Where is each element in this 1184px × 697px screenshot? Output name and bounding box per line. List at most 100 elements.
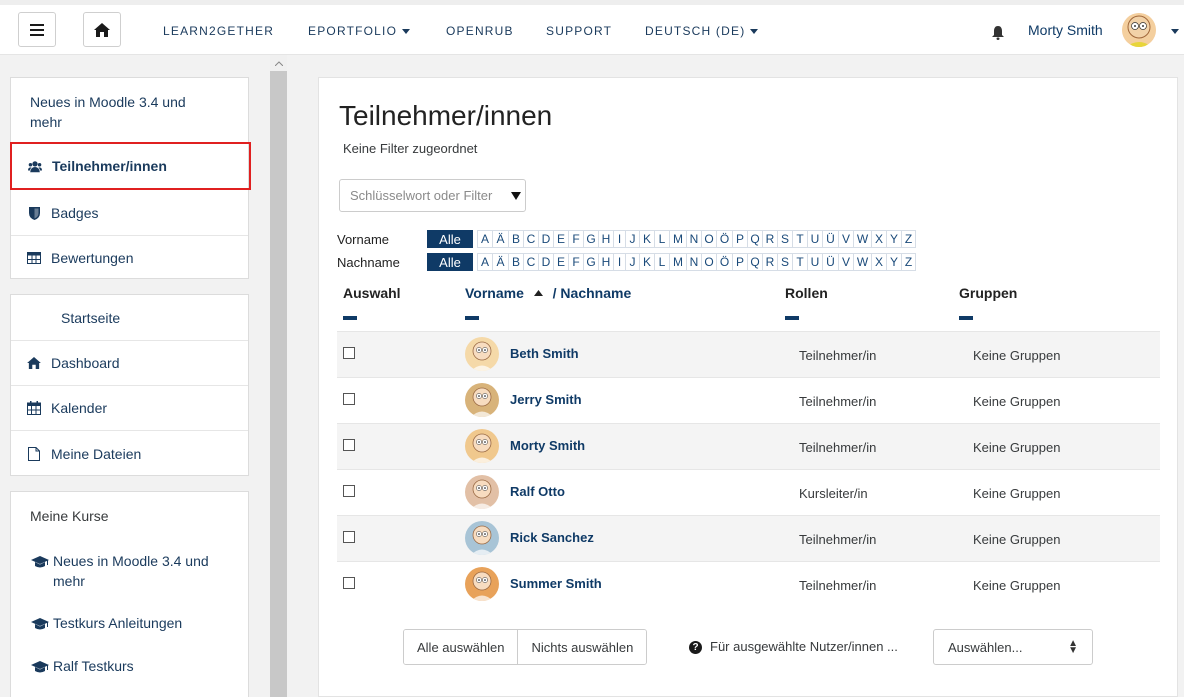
- home-button[interactable]: [83, 12, 121, 47]
- initial-letter-link[interactable]: V: [838, 253, 853, 271]
- scroll-up-button[interactable]: [270, 55, 287, 71]
- initial-letter-link[interactable]: T: [792, 230, 807, 248]
- initial-letter-link[interactable]: V: [838, 230, 853, 248]
- avatar[interactable]: [465, 475, 499, 509]
- row-select-checkbox[interactable]: [343, 393, 355, 405]
- sidebar-item-badges[interactable]: Badges: [11, 191, 248, 235]
- initial-letter-link[interactable]: M: [669, 253, 686, 271]
- initial-letter-link[interactable]: D: [538, 230, 553, 248]
- sidebar-item-participants[interactable]: Teilnehmer/innen: [10, 142, 251, 190]
- initial-letter-link[interactable]: O: [701, 253, 716, 271]
- initial-letter-link[interactable]: M: [669, 230, 686, 248]
- participant-role[interactable]: Teilnehmer/in: [799, 394, 876, 409]
- participant-name-link[interactable]: Summer Smith: [510, 576, 602, 591]
- initial-letter-link[interactable]: W: [853, 253, 871, 271]
- column-header-firstname[interactable]: Vorname / Nachname: [465, 285, 631, 301]
- initial-letter-link[interactable]: J: [625, 253, 639, 271]
- initial-letter-link[interactable]: D: [538, 253, 553, 271]
- initial-letter-link[interactable]: F: [568, 253, 583, 271]
- initial-letter-link[interactable]: T: [792, 253, 807, 271]
- initial-letter-link[interactable]: Z: [901, 253, 916, 271]
- sidebar-item-home[interactable]: Startseite: [11, 295, 248, 340]
- initial-letter-link[interactable]: H: [598, 253, 613, 271]
- column-header-lastname-label[interactable]: / Nachname: [553, 285, 632, 301]
- initial-letter-link[interactable]: Q: [747, 230, 762, 248]
- row-select-checkbox[interactable]: [343, 531, 355, 543]
- initial-letter-link[interactable]: B: [508, 253, 523, 271]
- initial-letter-link[interactable]: L: [654, 230, 669, 248]
- participant-role[interactable]: Teilnehmer/in: [799, 440, 876, 455]
- user-menu-caret-icon[interactable]: [1171, 29, 1179, 34]
- user-avatar[interactable]: [1122, 13, 1156, 47]
- avatar[interactable]: [465, 337, 499, 371]
- initial-letter-link[interactable]: S: [777, 253, 792, 271]
- initial-letter-link[interactable]: U: [807, 230, 822, 248]
- initial-letter-link[interactable]: A: [477, 230, 492, 248]
- row-select-checkbox[interactable]: [343, 439, 355, 451]
- firstname-all-button[interactable]: Alle: [427, 230, 473, 248]
- nav-support[interactable]: SUPPORT: [546, 24, 612, 38]
- bulk-action-select[interactable]: Auswählen... ▲ ▼: [933, 629, 1093, 665]
- initial-letter-link[interactable]: G: [583, 230, 598, 248]
- my-course-item[interactable]: Neues in Moodle 3.4 und mehr: [31, 551, 241, 591]
- collapse-column-icon[interactable]: [343, 316, 357, 320]
- lastname-all-button[interactable]: Alle: [427, 253, 473, 271]
- initial-letter-link[interactable]: Ü: [822, 230, 838, 248]
- menu-toggle-button[interactable]: [18, 12, 56, 47]
- my-course-item[interactable]: Ralf Testkurs: [31, 658, 134, 674]
- participant-name-link[interactable]: Beth Smith: [510, 346, 579, 361]
- initial-letter-link[interactable]: G: [583, 253, 598, 271]
- sidebar-scrollbar[interactable]: [270, 55, 287, 697]
- initial-letter-link[interactable]: S: [777, 230, 792, 248]
- row-select-checkbox[interactable]: [343, 577, 355, 589]
- initial-letter-link[interactable]: K: [639, 230, 654, 248]
- initial-letter-link[interactable]: K: [639, 253, 654, 271]
- row-select-checkbox[interactable]: [343, 485, 355, 497]
- initial-letter-link[interactable]: N: [686, 253, 701, 271]
- course-title-link[interactable]: Neues in Moodle 3.4 und mehr: [30, 92, 210, 132]
- sidebar-item-calendar[interactable]: Kalender: [11, 385, 248, 430]
- initial-letter-link[interactable]: Q: [747, 253, 762, 271]
- nav-language[interactable]: DEUTSCH (DE): [645, 24, 759, 38]
- select-none-button[interactable]: Nichts auswählen: [517, 630, 647, 664]
- select-all-button[interactable]: Alle auswählen: [404, 630, 518, 664]
- initial-letter-link[interactable]: X: [871, 253, 886, 271]
- participant-role[interactable]: Teilnehmer/in: [799, 532, 876, 547]
- participant-role[interactable]: Teilnehmer/in: [799, 578, 876, 593]
- initial-letter-link[interactable]: P: [732, 253, 747, 271]
- initial-letter-link[interactable]: J: [625, 230, 639, 248]
- initial-letter-link[interactable]: P: [732, 230, 747, 248]
- initial-letter-link[interactable]: N: [686, 230, 701, 248]
- help-icon[interactable]: ?: [689, 641, 702, 654]
- initial-letter-link[interactable]: Ä: [492, 253, 508, 271]
- initial-letter-link[interactable]: H: [598, 230, 613, 248]
- initial-letter-link[interactable]: Z: [901, 230, 916, 248]
- nav-eportfolio[interactable]: EPORTFOLIO: [308, 24, 411, 38]
- initial-letter-link[interactable]: W: [853, 230, 871, 248]
- initial-letter-link[interactable]: L: [654, 253, 669, 271]
- avatar[interactable]: [465, 383, 499, 417]
- participant-name-link[interactable]: Jerry Smith: [510, 392, 582, 407]
- initial-letter-link[interactable]: F: [568, 230, 583, 248]
- participant-name-link[interactable]: Morty Smith: [510, 438, 585, 453]
- initial-letter-link[interactable]: X: [871, 230, 886, 248]
- sidebar-item-my-files[interactable]: Meine Dateien: [11, 430, 248, 476]
- my-course-item[interactable]: Testkurs Anleitungen: [31, 615, 182, 631]
- initial-letter-link[interactable]: I: [613, 230, 625, 248]
- sidebar-item-grades[interactable]: Bewertungen: [11, 235, 248, 279]
- collapse-column-icon[interactable]: [785, 316, 799, 320]
- initial-letter-link[interactable]: Y: [886, 253, 901, 271]
- nav-learn2gether[interactable]: LEARN2GETHER: [163, 24, 274, 38]
- initial-letter-link[interactable]: R: [762, 253, 777, 271]
- initial-letter-link[interactable]: Ö: [716, 230, 732, 248]
- initial-letter-link[interactable]: R: [762, 230, 777, 248]
- initial-letter-link[interactable]: I: [613, 253, 625, 271]
- keyword-filter-select[interactable]: Schlüsselwort oder Filter: [339, 179, 526, 212]
- nav-openrub[interactable]: OPENRUB: [446, 24, 514, 38]
- sidebar-item-dashboard[interactable]: Dashboard: [11, 340, 248, 385]
- initial-letter-link[interactable]: E: [553, 253, 568, 271]
- collapse-column-icon[interactable]: [465, 316, 479, 320]
- avatar[interactable]: [465, 429, 499, 463]
- avatar[interactable]: [465, 567, 499, 601]
- initial-letter-link[interactable]: A: [477, 253, 492, 271]
